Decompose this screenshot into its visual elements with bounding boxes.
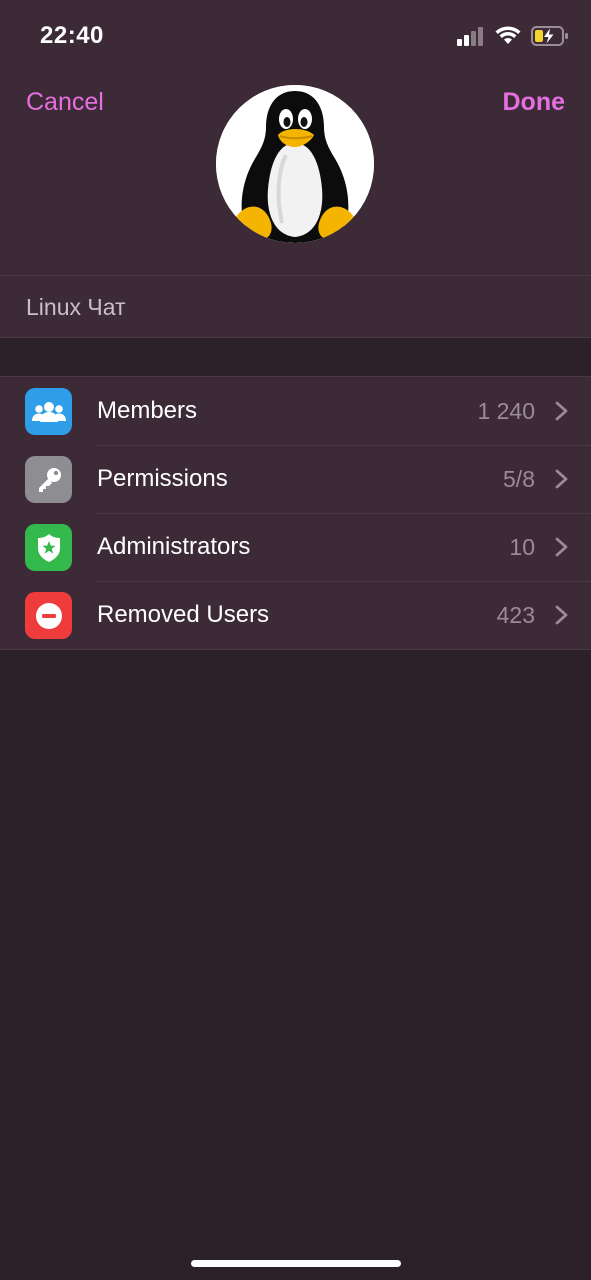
- members-label: Members: [97, 397, 198, 424]
- chevron-right-icon: [555, 469, 568, 489]
- administrators-row[interactable]: Administrators 10: [0, 513, 591, 581]
- members-count: 1 240: [477, 398, 535, 424]
- section-separator: [0, 338, 591, 376]
- removed-users-label: Removed Users: [97, 601, 270, 628]
- key-icon: [25, 456, 72, 503]
- group-avatar[interactable]: [216, 85, 374, 243]
- done-button[interactable]: Done: [503, 88, 566, 117]
- permissions-row[interactable]: Permissions 5/8: [0, 445, 591, 513]
- administrators-label: Administrators: [97, 533, 251, 560]
- administrators-count: 10: [509, 534, 535, 560]
- status-time: 22:40: [40, 22, 104, 49]
- removed-users-row[interactable]: Removed Users 423: [0, 581, 591, 649]
- signal-icon: [457, 27, 483, 46]
- chevron-right-icon: [555, 537, 568, 557]
- wifi-icon: [495, 26, 521, 44]
- edit-group-screen: 22:40 Cancel Done Linux Чат Members 1 24…: [0, 0, 591, 1280]
- status-indicators: [457, 24, 569, 48]
- group-settings-list: Members 1 240 Permissions 5/8 Administra…: [0, 376, 591, 650]
- remove-icon: [25, 592, 72, 639]
- cancel-button[interactable]: Cancel: [26, 88, 104, 117]
- group-name-field[interactable]: Linux Чат: [0, 275, 591, 338]
- chevron-right-icon: [555, 401, 568, 421]
- members-icon: [25, 388, 72, 435]
- removed-users-count: 423: [496, 602, 535, 628]
- shield-icon: [25, 524, 72, 571]
- home-indicator[interactable]: [191, 1260, 401, 1267]
- penguin-icon: [216, 85, 374, 243]
- permissions-count: 5/8: [503, 466, 535, 492]
- group-name-value[interactable]: Linux Чат: [26, 294, 126, 321]
- members-row[interactable]: Members 1 240: [0, 377, 591, 445]
- permissions-label: Permissions: [97, 465, 228, 492]
- battery-icon: [531, 26, 568, 46]
- chevron-right-icon: [555, 605, 568, 625]
